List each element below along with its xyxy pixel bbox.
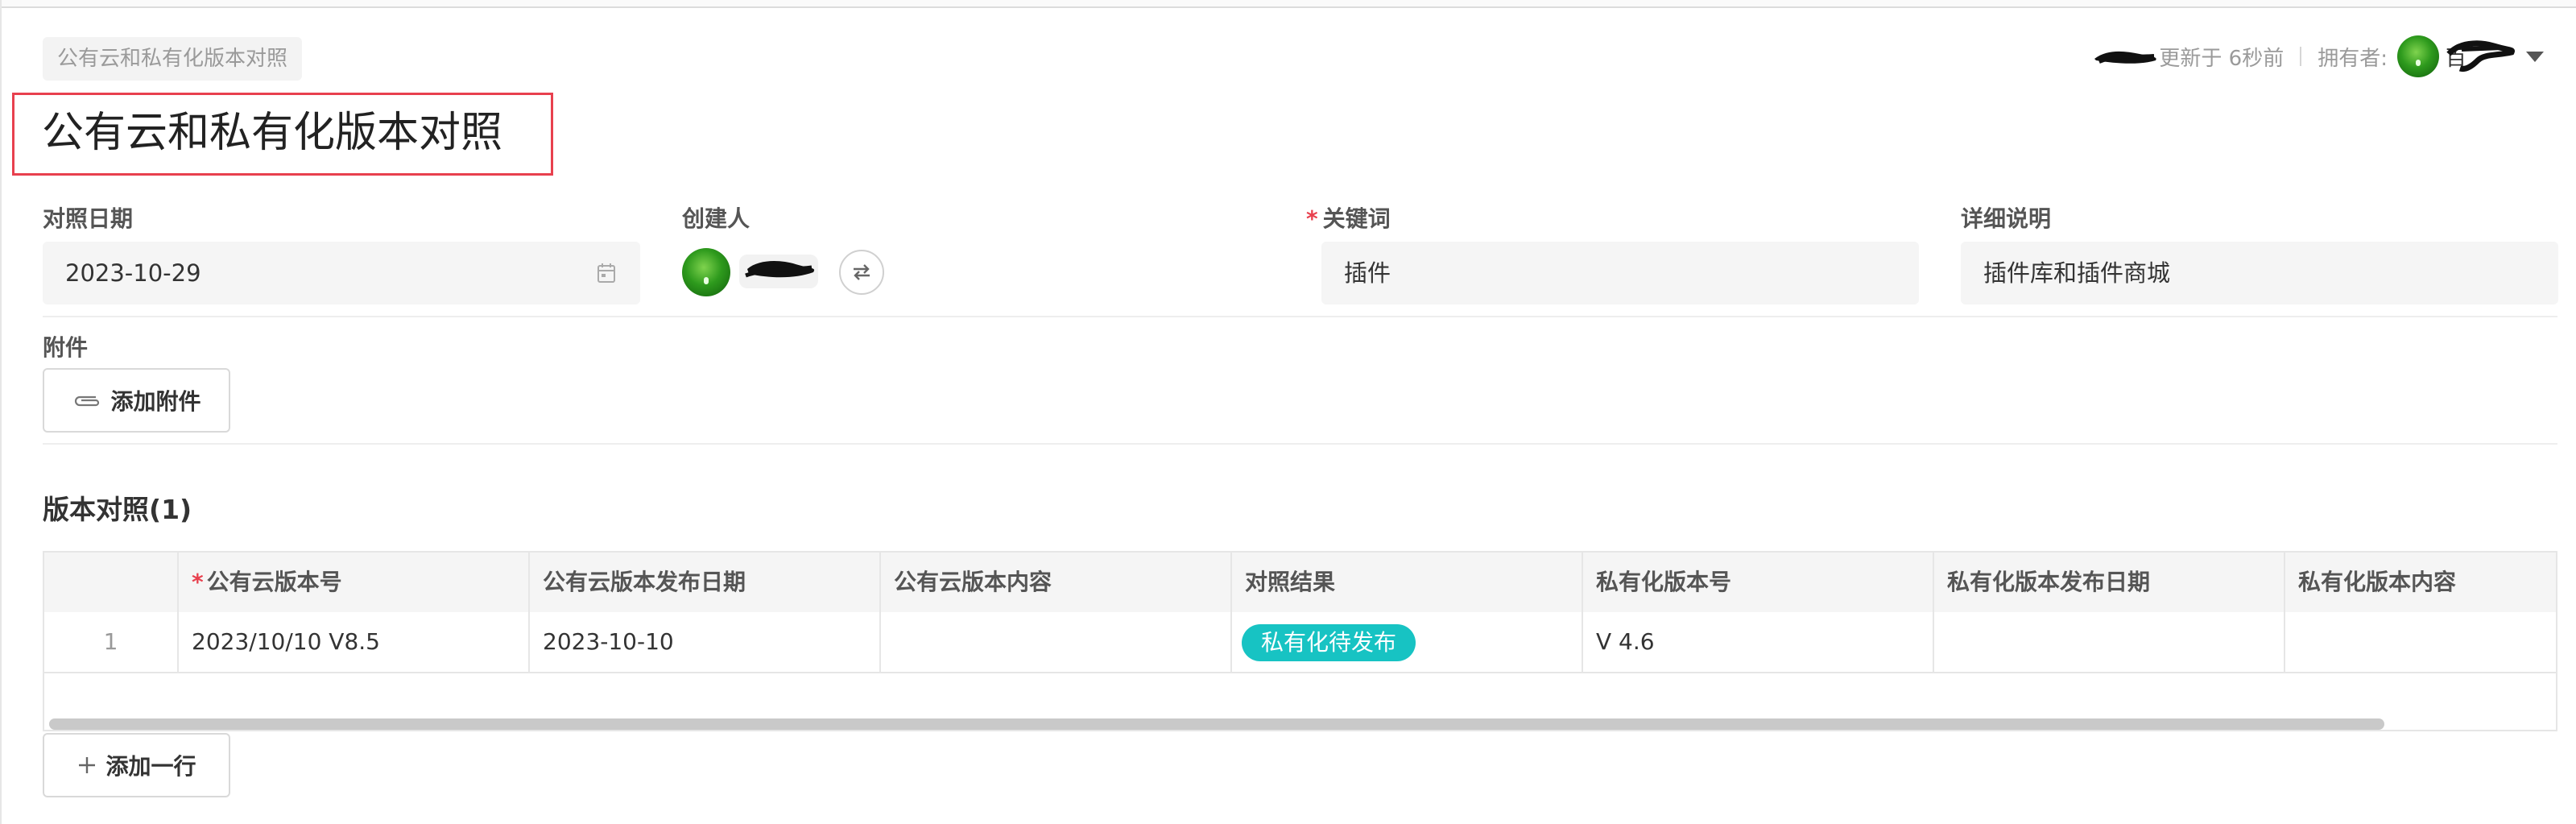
window-left-edge [0,0,2,824]
detail-label: 详细说明 [1961,205,2052,232]
cell-private-version[interactable]: V 4.6 [1583,612,1934,672]
owner-dropdown-icon[interactable] [2526,51,2544,62]
cell-public-version[interactable]: 2023/10/10 V8.5 [179,612,530,672]
keyword-label: * 关键词 [1306,201,1391,234]
page-title: 公有云和私有化版本对照 [42,109,503,157]
calendar-icon[interactable] [597,263,616,284]
header-result[interactable]: 对照结果 [1232,553,1583,612]
add-row-button[interactable]: 添加一行 [43,733,230,797]
keyword-label-text: 关键词 [1322,205,1391,232]
table-header: * 公有云版本号 公有云版本发布日期 公有云版本内容 对照结果 私有化版本号 私有… [44,553,2556,614]
cell-private-date[interactable] [1934,612,2285,672]
creator-label: 创建人 [682,205,750,232]
redacted-scribble [2446,40,2515,72]
add-attachment-button[interactable]: 添加附件 [43,368,230,433]
swap-creator-button[interactable] [839,250,884,295]
creator-avatar[interactable] [682,248,730,296]
detail-value: 插件库和插件商城 [1983,259,2171,287]
header-private-version[interactable]: 私有化版本号 [1583,553,1934,612]
meta-divider [2300,47,2302,66]
date-value: 2023-10-29 [65,259,201,287]
add-attachment-label: 添加附件 [110,388,201,415]
updated-time: 更新于 6秒前 [2159,46,2284,71]
add-row-label: 添加一行 [105,753,196,780]
record-meta: 更新于 6秒前 拥有者: 百 [2091,32,2544,81]
section-divider [43,443,2557,445]
header-private-content[interactable]: 私有化版本内容 [2285,553,2556,612]
header-public-date[interactable]: 公有云版本发布日期 [530,553,881,612]
header-label: 公有云版本号 [206,569,342,595]
required-mark: * [192,569,204,595]
result-status-badge: 私有化待发布 [1242,624,1416,661]
swap-icon [854,264,870,280]
owner-avatar[interactable] [2396,35,2439,77]
keyword-field[interactable]: 插件 [1321,242,1919,304]
cell-private-content[interactable] [2285,612,2556,672]
owner-label: 拥有者: [2318,46,2388,71]
date-field[interactable]: 2023-10-29 [43,242,640,304]
attachment-label: 附件 [43,334,89,361]
horizontal-scrollbar[interactable] [49,718,2384,730]
date-label: 对照日期 [43,205,134,232]
cell-result[interactable]: 私有化待发布 [1232,612,1583,672]
required-mark: * [1306,205,1318,232]
table-row[interactable]: 1 2023/10/10 V8.5 2023-10-10 私有化待发布 V 4.… [44,612,2556,673]
breadcrumb[interactable]: 公有云和私有化版本对照 [43,37,303,81]
redacted-scribble [739,255,818,288]
section-title: 版本对照(1) [43,494,192,525]
header-public-content[interactable]: 公有云版本内容 [881,553,1232,612]
cell-public-date[interactable]: 2023-10-10 [530,612,881,672]
header-index [44,553,179,612]
window-top-edge [0,0,2576,8]
keyword-value: 插件 [1344,259,1391,287]
header-public-version[interactable]: * 公有云版本号 [179,553,530,612]
section-divider [43,316,2557,317]
detail-field[interactable]: 插件库和插件商城 [1961,242,2558,304]
redacted-scribble [2094,51,2157,64]
header-private-date[interactable]: 私有化版本发布日期 [1934,553,2285,612]
cell-public-content[interactable] [881,612,1232,672]
paperclip-icon [75,395,100,407]
plus-icon [79,757,96,773]
version-table: * 公有云版本号 公有云版本发布日期 公有云版本内容 对照结果 私有化版本号 私有… [43,551,2557,731]
row-index: 1 [44,612,179,672]
